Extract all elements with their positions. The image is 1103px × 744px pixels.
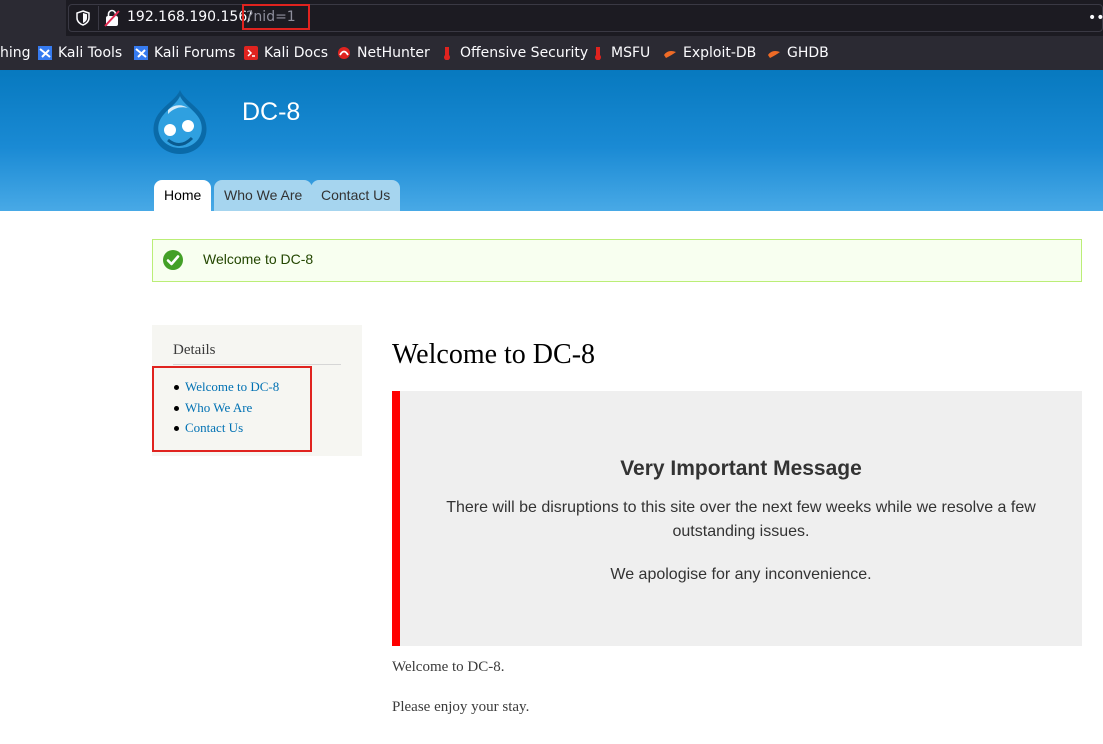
check-circle-icon	[163, 250, 183, 270]
sidebar-item-label: Contact Us	[185, 420, 244, 435]
insecure-lock-icon[interactable]	[104, 9, 120, 27]
notice-text-line1: There will be disruptions to this site o…	[446, 499, 1036, 516]
tab-home[interactable]: Home	[154, 180, 212, 211]
bookmark-label: Kali Docs	[264, 45, 329, 61]
offsec-icon	[595, 47, 601, 60]
sidebar-item-who-we-are[interactable]: Who We Are	[174, 400, 252, 416]
kali-icon	[134, 46, 148, 60]
notice-apology-text: We apologise for any inconvenience.	[610, 566, 872, 583]
body-paragraph: Welcome to DC-8.	[392, 659, 505, 675]
page-actions-icon[interactable]: ••	[1088, 10, 1103, 26]
bookmark-label: GHDB	[787, 45, 829, 61]
bookmark-label: MSFU	[611, 45, 651, 61]
bookmark-kali-tools[interactable]: Kali Tools	[38, 45, 122, 61]
kali-docs-icon	[244, 46, 258, 60]
tab-contact-us[interactable]: Contact Us	[311, 180, 401, 211]
drupal-logo-icon[interactable]	[148, 88, 212, 156]
nethunter-icon	[338, 47, 350, 59]
tab-label: Who We Are	[224, 187, 303, 203]
bookmark-item[interactable]: hing	[0, 45, 31, 61]
url-query-text[interactable]: ?nid=1	[246, 9, 296, 25]
page-title: Welcome to DC-8	[392, 339, 596, 370]
bookmark-label: Offensive Security	[460, 45, 589, 61]
bullet-icon	[174, 405, 179, 411]
bookmark-label: Kali Forums	[154, 45, 236, 61]
bookmark-label: Kali Tools	[58, 45, 123, 61]
bookmark-exploit-db[interactable]: Exploit-DB	[663, 45, 756, 61]
notice-heading: Very Important Message	[620, 457, 862, 480]
url-host-text[interactable]: 192.168.190.156/	[127, 9, 252, 25]
tab-who-we-are[interactable]: Who We Are	[214, 180, 313, 211]
site-name[interactable]: DC-8	[242, 98, 300, 127]
bookmark-kali-docs[interactable]: Kali Docs	[244, 45, 328, 61]
sidebar-title: Details	[173, 342, 216, 358]
bookmark-nethunter[interactable]: NetHunter	[337, 45, 430, 61]
bullet-icon	[174, 384, 179, 390]
bookmark-msfu[interactable]: MSFU	[591, 45, 650, 61]
bookmark-label: NetHunter	[357, 45, 430, 61]
tracking-shield-icon[interactable]	[76, 10, 90, 26]
bullet-icon	[174, 425, 179, 431]
bookmark-label: Exploit-DB	[683, 45, 757, 61]
sidebar-item-contact-us[interactable]: Contact Us	[174, 420, 243, 436]
address-bar-divider	[98, 6, 99, 30]
notice-text-line2: outstanding issues.	[672, 523, 810, 540]
body-paragraph: Please enjoy your stay.	[392, 699, 530, 715]
kali-icon	[38, 46, 52, 60]
sidebar-item-label: Welcome to DC-8	[185, 379, 280, 394]
status-message-text: Welcome to DC-8	[203, 251, 314, 267]
tab-label: Home	[164, 187, 202, 203]
sidebar-item-welcome[interactable]: Welcome to DC-8	[174, 379, 279, 395]
bookmark-offensive-security[interactable]: Offensive Security	[440, 45, 588, 61]
bookmark-label: hing	[0, 45, 31, 61]
tab-label: Contact Us	[321, 187, 391, 203]
sidebar-item-label: Who We Are	[185, 400, 253, 415]
exploitdb-icon	[664, 51, 676, 58]
sidebar-divider	[173, 364, 341, 365]
toolbar-left-area	[0, 0, 66, 36]
bookmark-ghdb[interactable]: GHDB	[767, 45, 829, 61]
offsec-icon	[444, 47, 450, 60]
bookmark-kali-forums[interactable]: Kali Forums	[134, 45, 235, 61]
bookmarks-toolbar: hing Kali Tools Kali Forums Kali Docs Ne…	[0, 36, 1103, 70]
exploitdb-icon	[768, 51, 780, 58]
